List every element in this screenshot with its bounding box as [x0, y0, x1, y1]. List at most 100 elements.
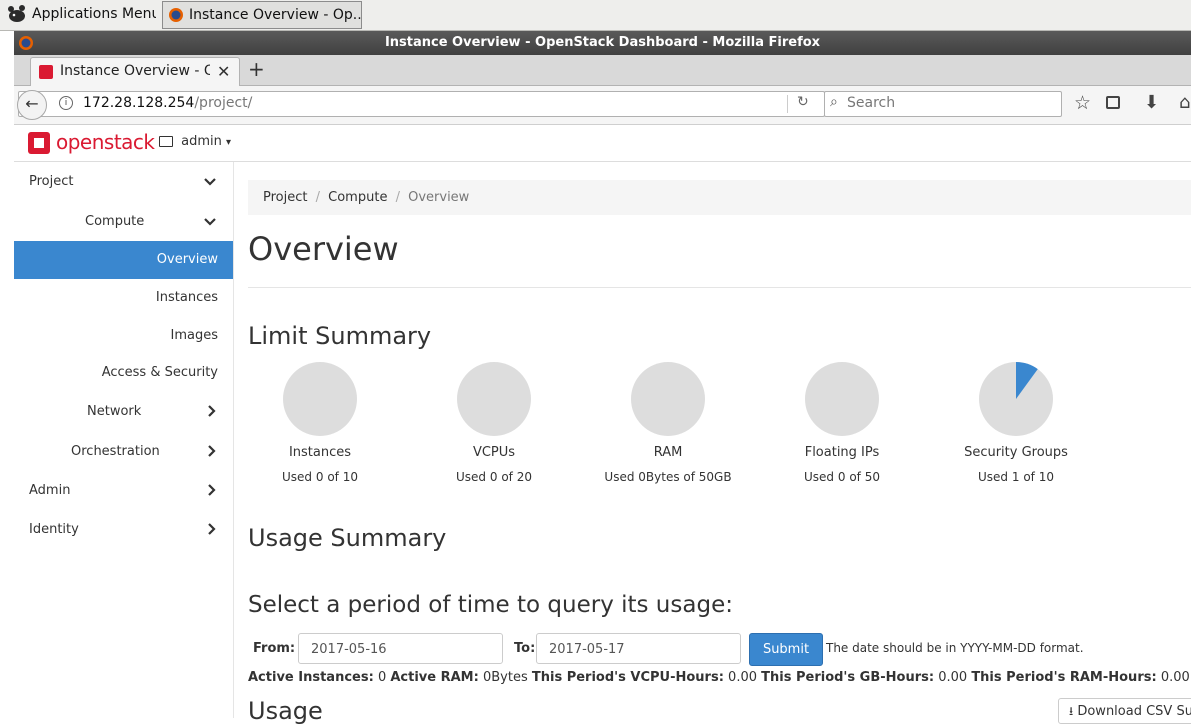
window-title: Instance Overview - OpenStack Dashboard …	[384, 35, 821, 50]
chevron-right-icon	[208, 445, 216, 457]
pie-chart-vcpus	[457, 362, 531, 436]
back-button[interactable]: ←	[17, 90, 47, 120]
reading-list-icon[interactable]	[1106, 96, 1120, 109]
url-separator	[787, 95, 788, 113]
usage-stats: Active Instances: 0 Active RAM: 0Bytes T…	[248, 670, 1191, 685]
firefox-icon	[19, 36, 33, 50]
sidebar-item-instances[interactable]: Instances	[156, 290, 218, 305]
openstack-logo-text: openstack	[56, 130, 155, 154]
stat-label: Active Instances:	[248, 670, 374, 685]
pie-label: RAM	[653, 445, 683, 460]
submit-button[interactable]: Submit	[749, 633, 823, 666]
pie-label: VCPUs	[472, 445, 516, 460]
pie-slice-free	[805, 362, 879, 436]
taskbar-window-label: Instance Overview - Op...	[189, 7, 362, 23]
project-selector-label: admin	[181, 134, 222, 149]
pie-usage: Used 0 of 20	[456, 470, 532, 484]
page-title: Overview	[248, 230, 399, 268]
sidebar-item-network[interactable]: Network	[87, 404, 141, 419]
browser-tab-active[interactable]: Instance Overview - Op ✕	[30, 57, 240, 86]
pie-slice-free	[631, 362, 705, 436]
pie-label: Floating IPs	[804, 445, 880, 460]
stat-gb-hours: 0.00	[938, 670, 968, 685]
stat-active-instances: 0	[377, 670, 387, 685]
breadcrumb-project[interactable]: Project	[263, 190, 307, 205]
new-tab-icon[interactable]: +	[248, 57, 265, 81]
pie-block-floating-ips: Floating IPs Used 0 of 50	[767, 361, 917, 484]
url-path: /project/	[194, 95, 253, 111]
close-tab-icon[interactable]: ✕	[217, 62, 230, 81]
firefox-icon	[169, 8, 183, 22]
pie-block-ram: RAM Used 0Bytes of 50GB	[593, 361, 743, 484]
sidebar-item-images[interactable]: Images	[171, 328, 219, 343]
breadcrumb: Project / Compute / Overview	[248, 180, 1191, 215]
pie-usage: Used 0Bytes of 50GB	[604, 470, 732, 484]
sidebar-item-compute[interactable]: Compute	[85, 214, 144, 229]
pie-chart-ram	[631, 362, 705, 436]
reload-icon[interactable]: ↻	[797, 94, 809, 110]
date-format-hint: The date should be in YYYY-MM-DD format.	[826, 641, 1084, 655]
sidebar-item-identity[interactable]: Identity	[29, 522, 79, 537]
pie-chart-instances	[283, 362, 357, 436]
home-icon[interactable]: ⌂	[1179, 92, 1190, 113]
to-label: To:	[514, 641, 536, 656]
window-titlebar: Instance Overview - OpenStack Dashboard …	[14, 31, 1191, 55]
download-csv-label: Download CSV Summary	[1077, 704, 1191, 719]
project-selector[interactable]: admin ▾	[159, 134, 231, 149]
stat-vcpu-hours: 0.00	[728, 670, 757, 685]
from-label: From:	[253, 641, 296, 656]
usage-summary-heading: Usage Summary	[248, 524, 447, 552]
bookmark-star-icon[interactable]: ☆	[1074, 92, 1091, 114]
from-date-input[interactable]: 2017-05-16	[298, 633, 503, 664]
pie-block-security-groups: Security Groups Used 1 of 10	[941, 361, 1091, 484]
stat-ram-hours: 0.00	[1160, 670, 1190, 685]
pie-slice-free	[457, 362, 531, 436]
usage-heading: Usage	[248, 697, 323, 725]
url-host: 172.28.128.254	[83, 95, 195, 111]
download-csv-button[interactable]: ⭳ Download CSV Summary	[1058, 698, 1191, 724]
openstack-header: openstack admin ▾	[14, 125, 1191, 162]
limit-summary-heading: Limit Summary	[248, 322, 432, 350]
pie-chart-floating-ips	[805, 362, 879, 436]
to-date-input[interactable]: 2017-05-17	[536, 633, 741, 664]
sidebar-item-overview[interactable]: Overview	[14, 241, 233, 279]
pie-usage: Used 0 of 50	[804, 470, 880, 484]
chevron-down-icon	[204, 218, 216, 226]
chevron-right-icon	[208, 405, 216, 417]
pie-usage: Used 1 of 10	[978, 470, 1054, 484]
openstack-favicon-icon	[39, 65, 53, 79]
chevron-right-icon	[208, 484, 216, 496]
taskbar-firefox-window[interactable]: Instance Overview - Op...	[162, 1, 362, 29]
pie-usage: Used 0 of 10	[282, 470, 358, 484]
pie-label: Security Groups	[964, 445, 1068, 460]
sidebar-item-orchestration[interactable]: Orchestration	[71, 444, 160, 459]
applications-menu-label: Applications Menu	[32, 6, 156, 22]
stat-active-ram: 0Bytes	[482, 670, 528, 685]
search-bar[interactable]: ⌕ Search	[824, 91, 1062, 117]
info-icon[interactable]: i	[59, 96, 73, 110]
sidebar-item-project[interactable]: Project	[29, 174, 73, 189]
chevron-right-icon	[208, 523, 216, 535]
project-selector-icon	[159, 136, 173, 147]
os-taskbar: Applications Menu Instance Overview - Op…	[0, 0, 1191, 31]
breadcrumb-current: Overview	[408, 190, 470, 205]
applications-menu-button[interactable]: Applications Menu	[4, 1, 156, 27]
pie-slice-free	[283, 362, 357, 436]
pie-block-instances: Instances Used 0 of 10	[245, 361, 395, 484]
browser-navbar: ← i 172.28.128.254/project/ ↻ ⌕ Search ☆…	[14, 86, 1191, 125]
pie-label: Instances	[288, 445, 352, 460]
url-bar[interactable]: ← i 172.28.128.254/project/ ↻	[17, 90, 825, 120]
sidebar-item-label: Overview	[156, 252, 218, 267]
divider	[248, 287, 1191, 288]
query-heading: Select a period of time to query its usa…	[248, 592, 733, 618]
search-icon: ⌕	[830, 94, 838, 110]
breadcrumb-compute[interactable]: Compute	[328, 190, 387, 205]
sidebar-item-admin[interactable]: Admin	[29, 483, 70, 498]
search-placeholder: Search	[847, 95, 896, 111]
download-icon[interactable]: ⬇	[1144, 92, 1159, 113]
browser-tab-label: Instance Overview - Op	[60, 63, 210, 79]
stat-label: This Period's VCPU-Hours:	[531, 670, 724, 685]
stat-label: Active RAM:	[390, 670, 479, 685]
chevron-down-icon	[204, 178, 216, 186]
sidebar-item-access-security[interactable]: Access & Security	[102, 365, 218, 380]
